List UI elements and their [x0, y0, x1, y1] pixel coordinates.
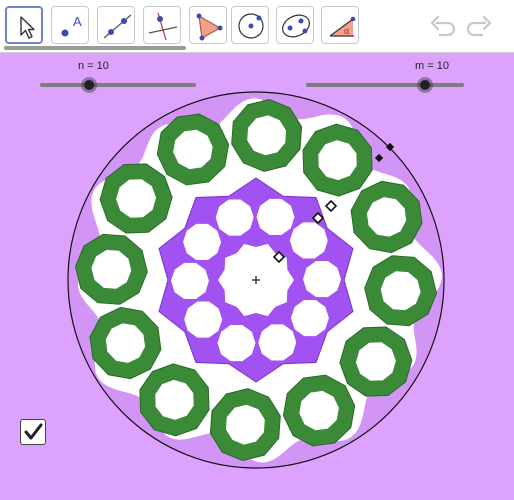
point-tool-glyph: A [73, 14, 82, 29]
construction-figure [67, 91, 445, 469]
green-ring [302, 123, 373, 197]
move-tool-button[interactable] [5, 6, 43, 44]
green-ring-hole [225, 404, 265, 445]
green-ring-hole [173, 129, 213, 170]
slider-m-label: m = 10 [415, 60, 449, 72]
polygon-tool-button[interactable] [189, 6, 227, 44]
center-hole [218, 243, 294, 317]
slider-n[interactable] [40, 77, 196, 93]
green-ring [89, 306, 162, 380]
inner-white-region [78, 98, 442, 463]
geometry-canvas [40, 77, 464, 469]
green-ring [156, 113, 230, 186]
green-ring-hole [155, 379, 194, 420]
middle-hole [171, 262, 209, 299]
middle-hole [289, 222, 328, 259]
green-ring [364, 255, 438, 327]
show-checkbox[interactable] [20, 419, 46, 445]
green-ring-hole [299, 390, 339, 431]
line-icon [103, 14, 132, 39]
green-ring [231, 98, 303, 172]
middle-hole [183, 223, 222, 260]
checkmark-icon [24, 423, 43, 440]
green-ring [139, 363, 210, 437]
middle-hole [290, 300, 329, 337]
green-ring [282, 374, 356, 447]
middle-hole [256, 198, 295, 235]
perpendicular-line-tool-button[interactable] [143, 6, 181, 44]
green-ring-hole [355, 342, 396, 381]
undo-icon[interactable] [428, 12, 456, 40]
green-ring [74, 233, 148, 305]
toolbar: A α [0, 0, 514, 53]
circle-icon [238, 13, 264, 39]
slider-m[interactable] [306, 77, 464, 93]
green-ring-hole [380, 271, 421, 311]
control-point [385, 142, 395, 152]
conic-tool-button[interactable] [276, 6, 314, 44]
redo-icon[interactable] [466, 12, 494, 40]
toolbar-scroll-indicator [4, 46, 186, 50]
green-ring [209, 388, 281, 462]
green-ring [339, 326, 413, 397]
purple-star-polygon [158, 177, 354, 383]
middle-hole [215, 199, 254, 236]
control-point [311, 211, 325, 225]
ellipse-icon [282, 14, 310, 38]
green-ring-hole [116, 179, 157, 218]
arrow-cursor-icon [20, 16, 35, 39]
perpendicular-line-icon [148, 12, 178, 41]
angle-tool-glyph: α [344, 26, 349, 36]
middle-hole [258, 324, 297, 361]
green-ring-hole [91, 249, 132, 289]
circle-tool-button[interactable] [231, 6, 269, 44]
green-ring-hole [247, 115, 287, 156]
green-ring-hole [366, 197, 407, 237]
middle-hole [303, 261, 341, 298]
point-icon: A [61, 14, 82, 37]
middle-hole [217, 325, 256, 362]
outer-disc [68, 92, 444, 468]
control-point [324, 199, 338, 213]
big-circle [67, 91, 445, 469]
control-point [272, 250, 286, 264]
green-ring-hole [105, 323, 146, 363]
slider-m-knob[interactable] [417, 77, 434, 93]
green-ring-hole [318, 140, 357, 181]
angle-tool-button[interactable]: α [321, 6, 359, 44]
green-ring [99, 163, 173, 234]
slider-n-label: n = 10 [78, 60, 109, 72]
middle-hole [184, 301, 223, 338]
slider-n-knob[interactable] [81, 77, 98, 93]
green-ring [350, 180, 423, 254]
point-tool-button[interactable]: A [51, 6, 89, 44]
line-tool-button[interactable] [97, 6, 135, 44]
control-point [374, 153, 384, 163]
angle-icon: α [329, 16, 356, 37]
polygon-icon [196, 13, 223, 41]
